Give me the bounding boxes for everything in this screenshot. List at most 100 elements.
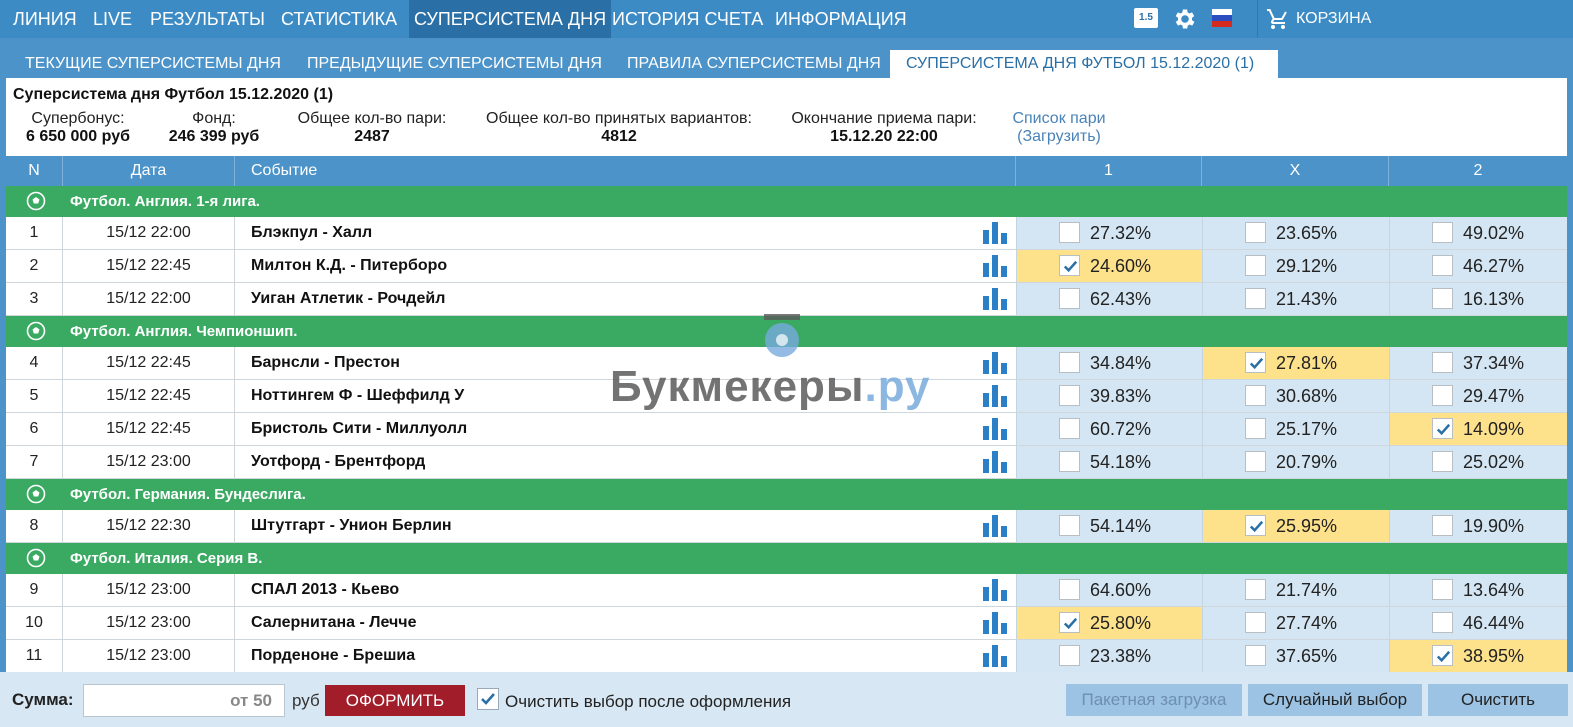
- odd-checkbox[interactable]: [1432, 352, 1453, 373]
- tab-football-supersystem[interactable]: СУПЕРСИСТЕМА ДНЯ ФУТБОЛ 15.12.2020 (1): [890, 50, 1278, 78]
- odd-cell[interactable]: 25.02%: [1389, 446, 1567, 478]
- odd-checkbox[interactable]: [1245, 579, 1266, 600]
- odd-checkbox[interactable]: [1245, 385, 1266, 406]
- odd-checkbox[interactable]: [1059, 222, 1080, 243]
- odd-checkbox[interactable]: [1059, 418, 1080, 439]
- odd-checkbox[interactable]: [1432, 255, 1453, 276]
- odd-checkbox[interactable]: [1432, 579, 1453, 600]
- odd-cell[interactable]: 20.79%: [1202, 446, 1389, 478]
- odd-cell[interactable]: 14.09%: [1389, 413, 1567, 445]
- odd-cell[interactable]: 29.47%: [1389, 380, 1567, 412]
- odd-cell[interactable]: 27.81%: [1202, 347, 1389, 379]
- odd-cell[interactable]: 25.80%: [1016, 607, 1202, 639]
- odd-cell[interactable]: 46.44%: [1389, 607, 1567, 639]
- odd-cell[interactable]: 37.65%: [1202, 640, 1389, 672]
- stats-icon[interactable]: [982, 352, 1008, 374]
- odd-checkbox[interactable]: [1059, 451, 1080, 472]
- stats-icon[interactable]: [982, 288, 1008, 310]
- nav-item-line[interactable]: ЛИНИЯ: [8, 0, 82, 38]
- stats-icon[interactable]: [982, 645, 1008, 667]
- odd-cell[interactable]: 54.14%: [1016, 510, 1202, 542]
- odd-cell[interactable]: 25.95%: [1202, 510, 1389, 542]
- odd-checkbox[interactable]: [1432, 222, 1453, 243]
- odd-cell[interactable]: 23.38%: [1016, 640, 1202, 672]
- odd-checkbox[interactable]: [1059, 255, 1080, 276]
- odd-cell[interactable]: 29.12%: [1202, 250, 1389, 282]
- nav-item-live[interactable]: LIVE: [88, 0, 137, 38]
- odd-checkbox[interactable]: [1432, 385, 1453, 406]
- odd-cell[interactable]: 27.74%: [1202, 607, 1389, 639]
- odd-cell[interactable]: 13.64%: [1389, 574, 1567, 606]
- nav-item-statistics[interactable]: СТАТИСТИКА: [276, 0, 402, 38]
- stats-icon[interactable]: [982, 385, 1008, 407]
- odd-checkbox[interactable]: [1245, 451, 1266, 472]
- stats-icon[interactable]: [982, 255, 1008, 277]
- stats-icon[interactable]: [982, 579, 1008, 601]
- nav-item-information[interactable]: ИНФОРМАЦИЯ: [770, 0, 912, 38]
- odd-checkbox[interactable]: [1432, 418, 1453, 439]
- gear-icon[interactable]: [1172, 6, 1198, 32]
- odd-cell[interactable]: 62.43%: [1016, 283, 1202, 315]
- odd-checkbox[interactable]: [1245, 515, 1266, 536]
- random-pick-button[interactable]: Случайный выбор: [1248, 684, 1422, 716]
- odd-cell[interactable]: 19.90%: [1389, 510, 1567, 542]
- batch-upload-button[interactable]: Пакетная загрузка: [1066, 684, 1242, 716]
- stats-icon[interactable]: [982, 418, 1008, 440]
- odd-cell[interactable]: 30.68%: [1202, 380, 1389, 412]
- odd-cell[interactable]: 60.72%: [1016, 413, 1202, 445]
- cart-button[interactable]: КОРЗИНА: [1257, 0, 1573, 38]
- odd-cell[interactable]: 39.83%: [1016, 380, 1202, 412]
- odd-cell[interactable]: 34.84%: [1016, 347, 1202, 379]
- nav-item-account-history[interactable]: ИСТОРИЯ СЧЕТА: [607, 0, 768, 38]
- odd-cell[interactable]: 23.65%: [1202, 217, 1389, 249]
- stats-icon[interactable]: [982, 612, 1008, 634]
- odd-cell[interactable]: 64.60%: [1016, 574, 1202, 606]
- odd-checkbox[interactable]: [1059, 579, 1080, 600]
- odd-checkbox[interactable]: [1059, 352, 1080, 373]
- tab-rules[interactable]: ПРАВИЛА СУПЕРСИСТЕМЫ ДНЯ: [611, 50, 897, 78]
- odd-cell[interactable]: 49.02%: [1389, 217, 1567, 249]
- stats-icon[interactable]: [982, 515, 1008, 537]
- odd-cell[interactable]: 25.17%: [1202, 413, 1389, 445]
- odd-checkbox[interactable]: [1245, 645, 1266, 666]
- flag-ru-icon[interactable]: [1212, 9, 1232, 27]
- submit-button[interactable]: ОФОРМИТЬ: [325, 685, 465, 716]
- tab-current-supersystems[interactable]: ТЕКУЩИЕ СУПЕРСИСТЕМЫ ДНЯ: [9, 50, 297, 78]
- tab-previous-supersystems[interactable]: ПРЕДЫДУЩИЕ СУПЕРСИСТЕМЫ ДНЯ: [291, 50, 618, 78]
- stats-icon[interactable]: [982, 222, 1008, 244]
- odd-checkbox[interactable]: [1245, 352, 1266, 373]
- amount-input[interactable]: от 50: [83, 684, 285, 717]
- odd-checkbox[interactable]: [1432, 515, 1453, 536]
- bets-list-link[interactable]: Список пари: [1006, 110, 1112, 128]
- bets-load-link[interactable]: (Загрузить): [1006, 128, 1112, 146]
- odd-checkbox[interactable]: [1245, 222, 1266, 243]
- odd-checkbox[interactable]: [1432, 288, 1453, 309]
- odd-checkbox[interactable]: [1059, 612, 1080, 633]
- odd-cell[interactable]: 54.18%: [1016, 446, 1202, 478]
- odd-checkbox[interactable]: [1059, 385, 1080, 406]
- odd-checkbox[interactable]: [1245, 612, 1266, 633]
- odd-checkbox[interactable]: [1059, 288, 1080, 309]
- clear-button[interactable]: Очистить: [1428, 684, 1568, 716]
- odd-checkbox[interactable]: [1432, 645, 1453, 666]
- version-badge[interactable]: 1.5: [1134, 8, 1158, 28]
- odd-checkbox[interactable]: [1245, 255, 1266, 276]
- odd-checkbox[interactable]: [1432, 451, 1453, 472]
- clear-after-label[interactable]: Очистить выбор после оформления: [505, 692, 791, 712]
- odd-cell[interactable]: 24.60%: [1016, 250, 1202, 282]
- odd-cell[interactable]: 46.27%: [1389, 250, 1567, 282]
- odd-checkbox[interactable]: [1245, 288, 1266, 309]
- odd-checkbox[interactable]: [1059, 515, 1080, 536]
- odd-cell[interactable]: 21.74%: [1202, 574, 1389, 606]
- clear-after-checkbox[interactable]: [477, 688, 499, 710]
- nav-item-supersystem[interactable]: СУПЕРСИСТЕМА ДНЯ: [409, 0, 612, 38]
- odd-cell[interactable]: 37.34%: [1389, 347, 1567, 379]
- odd-checkbox[interactable]: [1059, 645, 1080, 666]
- nav-item-results[interactable]: РЕЗУЛЬТАТЫ: [145, 0, 270, 38]
- stats-icon[interactable]: [982, 451, 1008, 473]
- odd-cell[interactable]: 27.32%: [1016, 217, 1202, 249]
- odd-cell[interactable]: 38.95%: [1389, 640, 1567, 672]
- odd-checkbox[interactable]: [1432, 612, 1453, 633]
- odd-checkbox[interactable]: [1245, 418, 1266, 439]
- odd-cell[interactable]: 21.43%: [1202, 283, 1389, 315]
